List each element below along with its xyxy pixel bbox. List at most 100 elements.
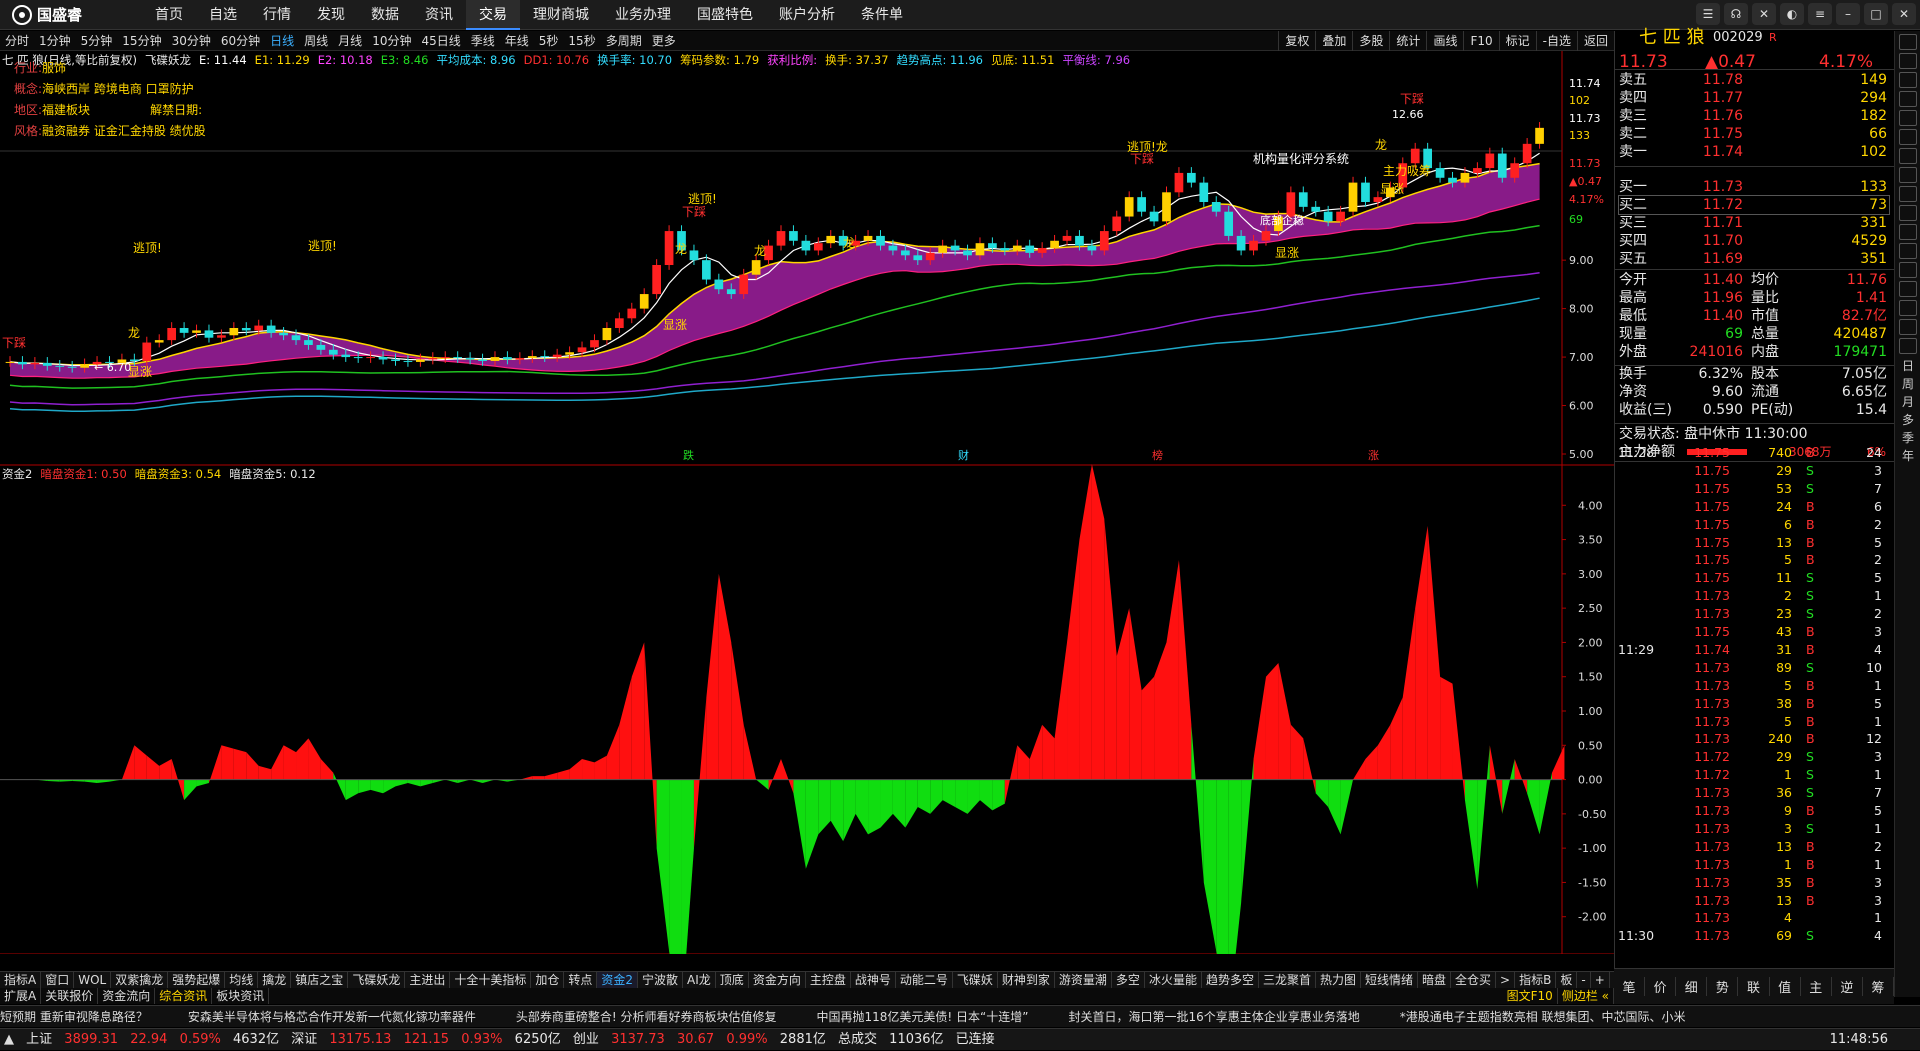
menu-item[interactable]: 自选 — [196, 0, 250, 30]
period-tab[interactable]: 30分钟 — [167, 31, 216, 51]
indicator-tab[interactable]: WOL — [74, 972, 112, 988]
side-tool-icon[interactable] — [1898, 224, 1917, 240]
indicator-tab[interactable]: 宁波散 — [638, 972, 684, 988]
chart-tool-button[interactable]: -自选 — [1535, 31, 1577, 51]
side-tool-icon[interactable] — [1898, 319, 1917, 335]
period-tab[interactable]: 60分钟 — [216, 31, 265, 51]
indicator-tab[interactable]: 加仓 — [531, 972, 565, 988]
period-tab[interactable]: 15秒 — [563, 31, 600, 51]
indicator-tab[interactable]: 主进出 — [405, 972, 451, 988]
news-item[interactable]: 封关首日，海口第一批16个享惠主体企业享惠业务落地 — [1068, 1010, 1359, 1024]
maximize-icon[interactable]: □ — [1864, 3, 1888, 25]
indicator-tab[interactable]: 资金方向 — [749, 972, 806, 988]
side-tool-icon[interactable] — [1898, 262, 1917, 278]
indicator-tab[interactable]: 全仓买 — [1451, 972, 1497, 988]
news-item[interactable]: 头部券商重磅整合! 分析师看好券商板块估值修复 — [516, 1010, 777, 1024]
menu-item[interactable]: 条件单 — [848, 0, 916, 30]
message-icon[interactable]: ☰ — [1696, 3, 1720, 25]
period-tab[interactable]: 分时 — [0, 31, 34, 51]
chart-tool-button[interactable]: F10 — [1463, 31, 1498, 51]
quote-tab[interactable]: 主 — [1801, 977, 1832, 996]
side-period-label[interactable]: 日 — [1895, 357, 1920, 375]
menu-item[interactable]: 资讯 — [412, 0, 466, 30]
indicator-tab[interactable]: 十全十美指标 — [450, 972, 532, 988]
quote-tab[interactable]: 筹 — [1863, 977, 1894, 996]
period-tab[interactable]: 5秒 — [534, 31, 564, 51]
info-tab[interactable]: 资金流向 — [98, 988, 156, 1004]
indicator-tab[interactable]: 飞碟妖 — [953, 972, 998, 988]
news-item[interactable]: 中国再抛118亿美元美债! 日本“十连增” — [816, 1010, 1028, 1024]
quote-tab[interactable]: 联 — [1738, 977, 1770, 996]
side-period-label[interactable]: 周 — [1895, 375, 1920, 393]
info-tab[interactable]: 综合资讯 — [155, 988, 213, 1004]
indicator-tab[interactable]: 板 — [1556, 972, 1578, 988]
skin-icon[interactable]: ◐ — [1780, 3, 1804, 25]
sidebar-toggle[interactable]: 侧边栏 « — [1558, 988, 1614, 1004]
menu-item[interactable]: 交易 — [466, 0, 520, 30]
indicator-tab[interactable]: 热力图 — [1316, 972, 1361, 988]
indicator-tab[interactable]: 多空 — [1112, 972, 1145, 988]
side-period-label[interactable]: 季 — [1895, 429, 1920, 447]
quote-tab[interactable]: 势 — [1707, 977, 1739, 996]
chart-tool-button[interactable]: 标记 — [1498, 31, 1536, 51]
quote-tab[interactable]: 价 — [1645, 977, 1677, 996]
menu-item[interactable]: 行情 — [250, 0, 304, 30]
info-tab[interactable]: 关联报价 — [41, 988, 99, 1004]
period-tab[interactable]: 周线 — [299, 31, 333, 51]
side-tool-icon[interactable] — [1898, 148, 1917, 164]
minimize-icon[interactable]: – — [1836, 3, 1860, 25]
menu-item[interactable]: 数据 — [358, 0, 412, 30]
indicator-tab[interactable]: 指标A — [0, 972, 42, 988]
tools-icon[interactable]: ✕ — [1752, 3, 1776, 25]
indicator-tab[interactable]: 暗盘 — [1418, 972, 1452, 988]
chart-tool-button[interactable]: 返回 — [1576, 31, 1614, 51]
menu-item[interactable]: 国盛特色 — [684, 0, 766, 30]
side-period-label[interactable]: 年 — [1895, 447, 1920, 465]
period-tab[interactable]: 10分钟 — [367, 31, 416, 51]
side-period-label[interactable]: 多 — [1895, 411, 1920, 429]
indicator-tab[interactable]: > — [1496, 972, 1516, 988]
news-item[interactable]: 短预期 重新审视降息路径？ — [0, 1010, 148, 1024]
period-tab[interactable]: 5分钟 — [76, 31, 118, 51]
chart-tool-button[interactable]: 统计 — [1389, 31, 1426, 51]
close-icon[interactable]: ✕ — [1892, 3, 1916, 25]
indicator-tab[interactable]: 强势起爆 — [168, 972, 226, 988]
side-tool-icon[interactable] — [1898, 53, 1917, 69]
indicator-tab[interactable]: 顶底 — [716, 972, 749, 988]
quote-tab[interactable]: 逆 — [1832, 977, 1863, 996]
kline-chart[interactable]: 逃顶! 逃顶!逃顶!逃顶!龙下踩下踩下踩下踩12.66← 6.70显涨显涨显涨显涨… — [0, 51, 1614, 954]
f10-tab[interactable]: 图文F10 — [1503, 988, 1558, 1004]
headset-icon[interactable]: ☊ — [1724, 3, 1748, 25]
period-tab[interactable]: 年线 — [500, 31, 534, 51]
indicator-tab[interactable]: 窗口 — [41, 972, 75, 988]
side-tool-icon[interactable] — [1898, 300, 1917, 316]
news-item[interactable]: *港股通电子主题指数亮相 联想集团、中芯国际、小米 — [1400, 1010, 1686, 1024]
news-ticker[interactable]: 短预期 重新审视降息路径？ 安森美半导体将与格芯合作开发新一代氮化镓功率器件 头部券… — [0, 1005, 1920, 1027]
indicator-tab[interactable]: + — [1591, 972, 1610, 988]
quote-tab[interactable]: 细 — [1676, 977, 1708, 996]
app-logo[interactable]: 国盛睿 — [0, 0, 130, 30]
side-tool-icon[interactable] — [1898, 110, 1917, 126]
period-tab[interactable]: 月线 — [333, 31, 367, 51]
indicator-tab[interactable]: 镇店之宝 — [291, 972, 349, 988]
menu-icon[interactable]: ≡ — [1808, 3, 1832, 25]
indicator-tab[interactable]: 短线情绪 — [1361, 972, 1419, 988]
chart-area[interactable]: 逃顶! 逃顶! 逃顶! 逃顶!龙 下踩 下踩 下踩 下踩 12.66 ← 6.70 显涨 显涨 显涨 显涨… — [0, 51, 1614, 954]
indicator-tab[interactable]: AI龙 — [683, 972, 716, 988]
menu-item[interactable]: 发现 — [304, 0, 358, 30]
indicator-tab[interactable]: 游资量潮 — [1055, 972, 1112, 988]
info-tab[interactable]: 板块资讯 — [212, 988, 270, 1004]
menu-item[interactable]: 首页 — [142, 0, 196, 30]
period-tab[interactable]: 多周期 — [601, 31, 647, 51]
indicator-tab[interactable]: 资金2 — [597, 972, 639, 988]
chart-tool-button[interactable]: 叠加 — [1315, 31, 1352, 51]
side-tool-icon[interactable] — [1898, 34, 1917, 50]
indicator-tab[interactable]: 三龙聚首 — [1259, 972, 1316, 988]
indicator-tab[interactable]: - — [1577, 972, 1591, 988]
period-tab[interactable]: 45日线 — [416, 31, 465, 51]
side-period-label[interactable]: 月 — [1895, 393, 1920, 411]
indicator-tab[interactable]: 转点 — [564, 972, 598, 988]
chart-tool-button[interactable]: 多股 — [1352, 31, 1389, 51]
menu-item[interactable]: 理财商城 — [520, 0, 602, 30]
side-tool-icon[interactable] — [1898, 91, 1917, 107]
